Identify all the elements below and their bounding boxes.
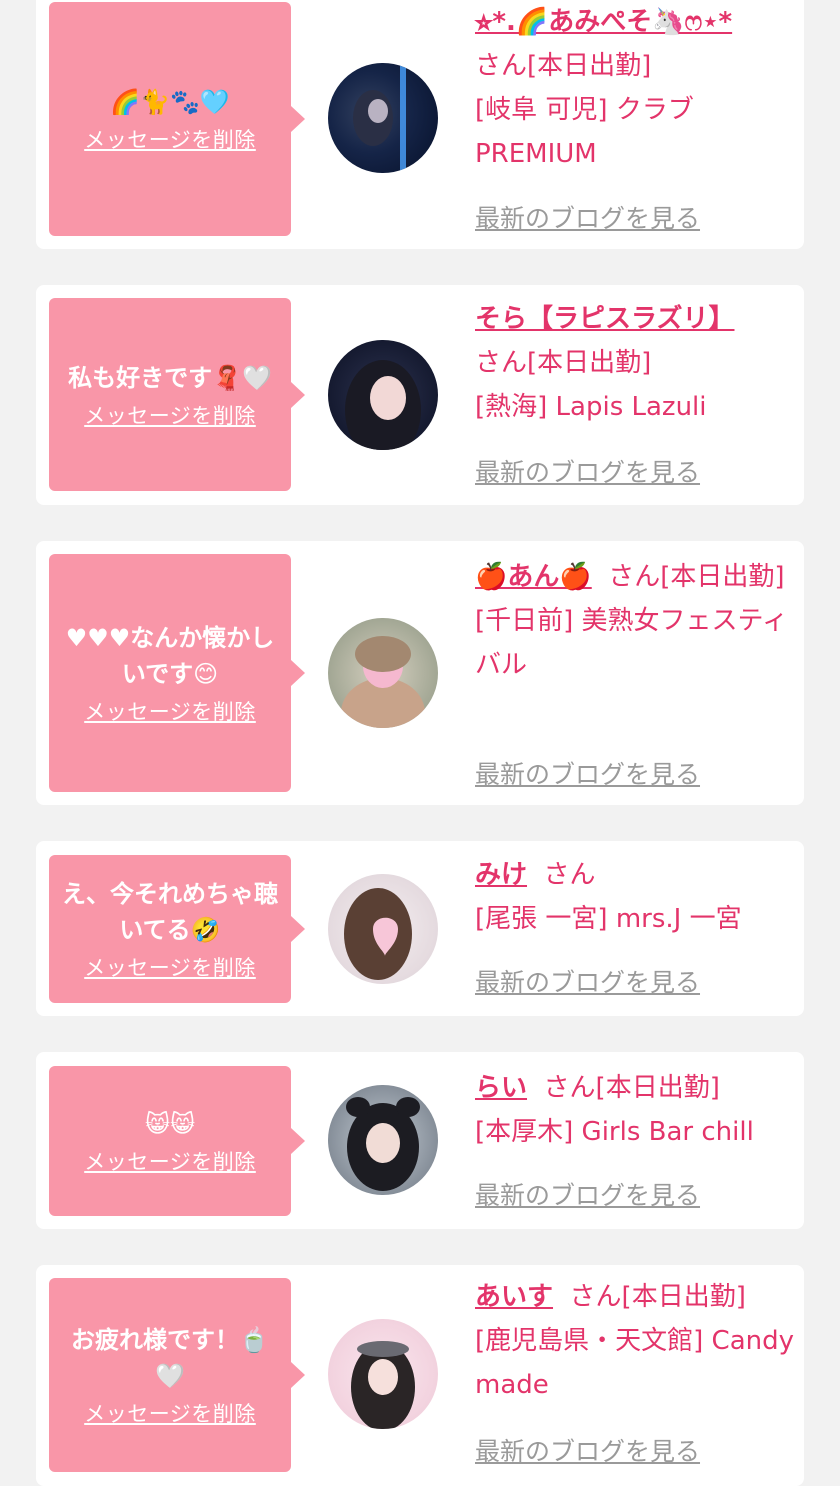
cast-info: あいす さん[本日出勤] [鹿児島県・天文館] Candy made — [475, 1275, 795, 1407]
delete-message-link[interactable]: メッセージを削除 — [84, 124, 256, 154]
delete-message-link[interactable]: メッセージを削除 — [84, 952, 256, 982]
shop-name: [岐阜 可児] クラブPREMIUM — [475, 95, 694, 169]
latest-blog-link[interactable]: 最新のブログを見る — [475, 1176, 700, 1212]
avatar[interactable] — [328, 63, 438, 173]
message-text: 😸😸 — [144, 1110, 196, 1138]
shop-name: [本厚木] Girls Bar chill — [475, 1117, 754, 1147]
latest-blog-link[interactable]: 最新のブログを見る — [475, 199, 700, 235]
message-text: ♥♥♥なんか懐かしいです😊 — [65, 624, 275, 688]
avatar[interactable] — [328, 618, 438, 728]
message-card: 私も好きです🧣🤍 メッセージを削除 そら【ラピスラズリ】 さん[本日出勤] [熱… — [36, 285, 804, 505]
latest-blog-link[interactable]: 最新のブログを見る — [475, 453, 700, 489]
message-card: 😸😸 メッセージを削除 らい さん[本日出勤] [本厚木] Girls Bar … — [36, 1052, 804, 1229]
cast-info: そら【ラピスラズリ】 さん[本日出勤] [熱海] Lapis Lazuli — [475, 297, 795, 429]
avatar-image — [344, 888, 412, 980]
latest-blog-link[interactable]: 最新のブログを見る — [475, 963, 700, 999]
cast-info: 🍎あん🍎 さん[本日出勤] [千日前] 美熟女フェスティバル — [475, 555, 795, 687]
cast-info: ⭐︎*.🌈あみぺそ🦄ෆ⋆* さん[本日出勤] [岐阜 可児] クラブPREMIU… — [475, 0, 795, 176]
avatar-image — [346, 1097, 420, 1191]
cast-info: らい さん[本日出勤] [本厚木] Girls Bar chill — [475, 1066, 795, 1154]
cast-info: みけ さん [尾張 一宮] mrs.J 一宮 — [475, 853, 795, 941]
latest-blog-link[interactable]: 最新のブログを見る — [475, 755, 700, 791]
cast-status: さん[本日出勤] — [569, 1282, 746, 1312]
message-text: 私も好きです🧣🤍 — [68, 363, 272, 392]
latest-blog-link[interactable]: 最新のブログを見る — [475, 1432, 700, 1468]
avatar-image — [345, 360, 421, 450]
shop-name: [千日前] 美熟女フェスティバル — [475, 606, 788, 680]
message-bubble: 🌈🐈🐾🩵 メッセージを削除 — [49, 2, 305, 236]
message-text: え、今それめちゃ聴いてる🤣 — [62, 880, 278, 944]
message-bubble: ♥♥♥なんか懐かしいです😊 メッセージを削除 — [49, 554, 305, 792]
message-card: ♥♥♥なんか懐かしいです😊 メッセージを削除 🍎あん🍎 さん[本日出勤] [千日… — [36, 541, 804, 805]
cast-name-link[interactable]: 🍎あん🍎 — [475, 562, 592, 592]
cast-status: さん[本日出勤] — [608, 562, 785, 592]
cast-status: さん[本日出勤] — [475, 348, 652, 378]
cast-name-link[interactable]: そら【ラピスラズリ】 — [475, 304, 734, 334]
message-bubble: え、今それめちゃ聴いてる🤣 メッセージを削除 — [49, 855, 305, 1003]
delete-message-link[interactable]: メッセージを削除 — [84, 1398, 256, 1428]
avatar[interactable] — [328, 1319, 438, 1429]
cast-status: さん — [543, 860, 596, 890]
shop-name: [鹿児島県・天文館] Candy made — [475, 1326, 795, 1400]
cast-status: さん[本日出勤] — [475, 51, 652, 81]
message-card: お疲れ様です！🍵🤍 メッセージを削除 あいす さん[本日出勤] [鹿児島県・天文… — [36, 1265, 804, 1486]
cast-name-link[interactable]: らい — [475, 1073, 527, 1103]
message-card: 🌈🐈🐾🩵 メッセージを削除 ⭐︎*.🌈あみぺそ🦄ෆ⋆* さん[本日出勤] [岐阜… — [36, 0, 804, 249]
message-bubble: 😸😸 メッセージを削除 — [49, 1066, 305, 1216]
message-card: え、今それめちゃ聴いてる🤣 メッセージを削除 みけ さん [尾張 一宮] mrs… — [36, 841, 804, 1016]
message-bubble: 私も好きです🧣🤍 メッセージを削除 — [49, 298, 305, 491]
message-text: 🌈🐈🐾🩵 — [110, 88, 230, 116]
cast-name-link[interactable]: みけ — [475, 860, 527, 890]
delete-message-link[interactable]: メッセージを削除 — [84, 400, 256, 430]
message-text: お疲れ様です！🍵🤍 — [71, 1326, 269, 1390]
cast-status: さん[本日出勤] — [543, 1073, 720, 1103]
message-bubble: お疲れ様です！🍵🤍 メッセージを削除 — [49, 1278, 305, 1472]
cast-name-link[interactable]: ⭐︎*.🌈あみぺそ🦄ෆ⋆* — [475, 7, 732, 37]
avatar-image — [353, 63, 406, 173]
delete-message-link[interactable]: メッセージを削除 — [84, 1146, 256, 1176]
shop-name: [尾張 一宮] mrs.J 一宮 — [475, 904, 742, 934]
cast-name-link[interactable]: あいす — [475, 1282, 553, 1312]
avatar[interactable] — [328, 1085, 438, 1195]
avatar-image — [351, 1341, 415, 1429]
avatar-image — [341, 636, 425, 728]
avatar[interactable] — [328, 874, 438, 984]
avatar[interactable] — [328, 340, 438, 450]
delete-message-link[interactable]: メッセージを削除 — [84, 696, 256, 726]
shop-name: [熱海] Lapis Lazuli — [475, 392, 707, 422]
